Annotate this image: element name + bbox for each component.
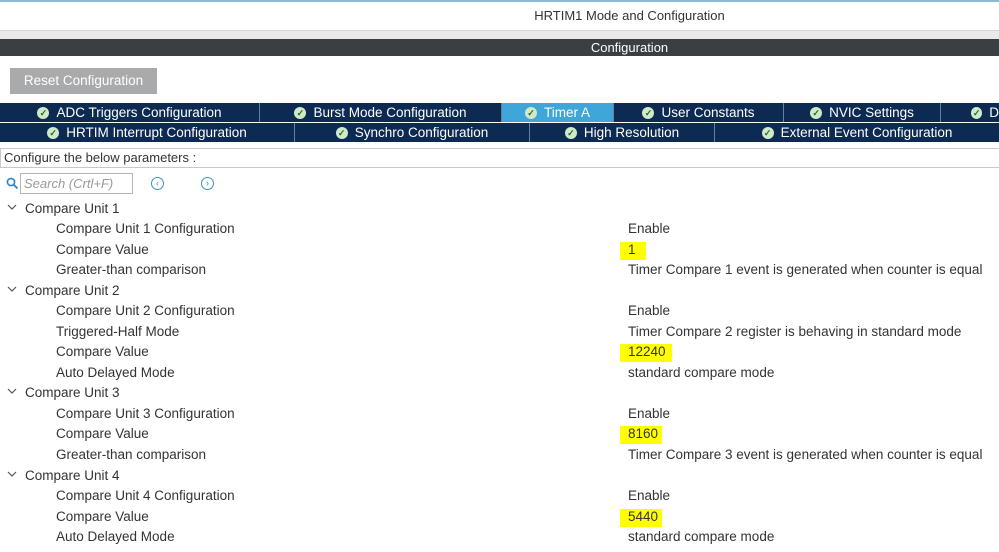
parameter-row[interactable]: Triggered-Half Mode Timer Compare 2 regi… [0,322,999,342]
parameter-row[interactable]: Greater-than comparison Timer Compare 1 … [0,260,999,280]
check-circle-icon: ✓ [971,106,983,119]
chevron-down-icon[interactable] [7,284,17,294]
parameter-name: Greater-than comparison [56,262,207,277]
next-result-icon[interactable]: › [201,177,214,190]
tab-bar-secondary: ✓ HRTIM Interrupt Configuration ✓ Synchr… [0,123,999,142]
check-circle-icon: ✓ [810,106,823,119]
parameter-value[interactable]: standard compare mode [628,365,774,380]
tab-synchro-configuration[interactable]: ✓ Synchro Configuration [295,123,530,142]
parameter-row[interactable]: Compare Value 8160 [0,424,999,444]
parameter-name: Auto Delayed Mode [56,365,175,380]
parameter-value[interactable]: Timer Compare 1 event is generated when … [628,262,982,277]
tab-label: D [989,105,999,120]
parameter-name: Compare Value [56,509,149,524]
parameter-row[interactable]: Greater-than comparison Timer Compare 3 … [0,445,999,465]
parameter-name: Greater-than comparison [56,447,207,462]
parameter-value[interactable]: Enable [628,221,670,236]
parameter-value[interactable]: standard compare mode [628,529,774,544]
group-label: Compare Unit 3 [25,385,120,400]
parameter-name: Auto Delayed Mode [56,529,175,544]
tab-d-truncated[interactable]: ✓ D [941,103,999,122]
tab-label: Synchro Configuration [354,125,489,140]
tab-burst-mode-configuration[interactable]: ✓ Burst Mode Configuration [260,103,502,122]
parameter-row[interactable]: Compare Value 1 [0,240,999,260]
configuration-header-label: Configuration [590,40,669,55]
tab-label: User Constants [661,105,755,120]
tab-high-resolution[interactable]: ✓ High Resolution [530,123,715,142]
tab-external-event-configuration[interactable]: ✓ External Event Configuration [715,123,999,142]
tab-label: External Event Configuration [780,125,953,140]
parameter-value[interactable]: Enable [628,303,670,318]
check-circle-icon: ✓ [564,126,577,139]
previous-result-icon[interactable]: ‹ [151,177,164,190]
parameter-name: Compare Unit 4 Configuration [56,488,235,503]
reset-configuration-button[interactable]: Reset Configuration [10,68,157,94]
chevron-down-icon[interactable] [7,469,17,479]
group-label: Compare Unit 1 [25,201,120,216]
tab-user-constants[interactable]: ✓ User Constants [614,103,784,122]
search-icon [6,177,19,190]
parameter-row[interactable]: Compare Value 12240 [0,342,999,362]
divider [0,31,999,39]
parameter-row[interactable]: Compare Unit 4 Configuration Enable [0,486,999,506]
tab-label: NVIC Settings [829,105,914,120]
parameter-value[interactable]: Timer Compare 2 register is behaving in … [628,324,961,339]
group-label: Compare Unit 4 [25,468,120,483]
parameter-row[interactable]: Auto Delayed Mode standard compare mode [0,527,999,547]
search-input[interactable] [20,173,133,194]
parameter-name: Compare Value [56,426,149,441]
parameter-value[interactable]: 1 [628,242,636,257]
check-circle-icon: ✓ [294,106,307,119]
chevron-down-icon[interactable] [7,202,17,212]
parameter-name: Compare Unit 1 Configuration [56,221,235,236]
check-circle-icon: ✓ [642,106,655,119]
parameter-row[interactable]: Compare Unit 3 Configuration Enable [0,404,999,424]
check-circle-icon: ✓ [761,126,774,139]
window-title: HRTIM1 Mode and Configuration [534,8,725,23]
group-header-compare-unit-1[interactable]: Compare Unit 1 [0,199,999,219]
parameter-name: Compare Unit 3 Configuration [56,406,235,421]
tab-label: Timer A [543,105,590,120]
tab-label: ADC Triggers Configuration [56,105,222,120]
check-circle-icon: ✓ [335,126,348,139]
group-header-compare-unit-2[interactable]: Compare Unit 2 [0,281,999,301]
group-header-compare-unit-4[interactable]: Compare Unit 4 [0,466,999,486]
parameter-value[interactable]: Timer Compare 3 event is generated when … [628,447,982,462]
parameter-name: Compare Value [56,242,149,257]
tab-label: Burst Mode Configuration [313,105,467,120]
parameter-value[interactable]: Enable [628,488,670,503]
parameter-name: Compare Value [56,344,149,359]
tab-nvic-settings[interactable]: ✓ NVIC Settings [784,103,941,122]
tab-label: High Resolution [583,125,680,140]
parameter-row[interactable]: Auto Delayed Mode standard compare mode [0,363,999,383]
configuration-header: Configuration [0,39,999,56]
parameter-value[interactable]: 8160 [628,426,658,441]
parameter-value[interactable]: Enable [628,406,670,421]
group-label: Compare Unit 2 [25,283,120,298]
parameter-name: Compare Unit 2 Configuration [56,303,235,318]
parameter-row[interactable]: Compare Unit 2 Configuration Enable [0,301,999,321]
title-accent-line [0,0,999,2]
parameter-name: Triggered-Half Mode [56,324,180,339]
chevron-down-icon[interactable] [7,386,17,396]
tab-label: HRTIM Interrupt Configuration [66,125,247,140]
parameter-row[interactable]: Compare Unit 1 Configuration Enable [0,219,999,239]
tab-hrtim-interrupt-configuration[interactable]: ✓ HRTIM Interrupt Configuration [0,123,295,142]
tab-timer-a[interactable]: ✓ Timer A [502,103,614,122]
parameter-value[interactable]: 12240 [628,344,666,359]
parameter-value[interactable]: 5440 [628,509,658,524]
tab-adc-triggers-configuration[interactable]: ✓ ADC Triggers Configuration [0,103,260,122]
title-bar: HRTIM1 Mode and Configuration [0,0,999,31]
check-circle-icon: ✓ [524,106,537,119]
tab-bar-primary: ✓ ADC Triggers Configuration ✓ Burst Mod… [0,103,999,122]
group-header-compare-unit-3[interactable]: Compare Unit 3 [0,383,999,403]
check-circle-icon: ✓ [47,126,60,139]
check-circle-icon: ✓ [37,106,50,119]
parameter-row[interactable]: Compare Value 5440 [0,507,999,527]
parameters-caption: Configure the below parameters : [0,148,999,168]
